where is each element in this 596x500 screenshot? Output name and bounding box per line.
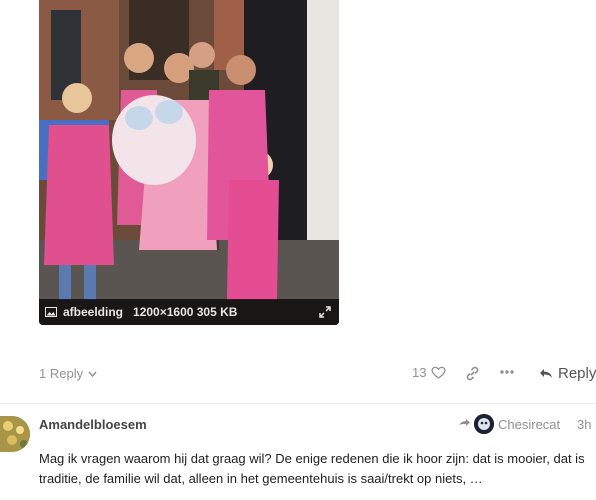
- reply-to-username: Chesirecat: [498, 416, 561, 432]
- group-photo: [39, 0, 339, 325]
- reply-to-arrow-icon: [459, 419, 470, 426]
- image-lightbox[interactable]: afbeelding 1200×1600 305 KB: [39, 0, 339, 325]
- replies-label: 1 Reply: [39, 366, 84, 381]
- post-timestamp[interactable]: 3h: [577, 417, 591, 432]
- image-dimensions: 1200×1600 305 KB: [133, 305, 238, 319]
- reply-icon: [540, 369, 552, 378]
- avatar-image: [0, 416, 30, 452]
- more-options-icon[interactable]: [500, 370, 514, 374]
- image-meta-bar: afbeelding 1200×1600 305 KB: [39, 299, 339, 325]
- post-body-text: Mag ik vragen waarom hij dat graag wil? …: [39, 451, 585, 486]
- image-icon: [45, 307, 57, 317]
- image-filename: afbeelding: [63, 305, 124, 319]
- author-avatar[interactable]: [0, 416, 30, 452]
- reply-to-avatar: [474, 414, 494, 434]
- reply-label: Reply: [558, 365, 596, 382]
- post-controls: 1 Reply 13 Reply: [0, 362, 596, 388]
- reply-button[interactable]: Reply: [539, 365, 596, 382]
- chevron-down-icon: [88, 371, 97, 377]
- like-button[interactable]: 13: [412, 365, 447, 380]
- replies-toggle-button[interactable]: 1 Reply: [39, 366, 97, 381]
- reply-to-link[interactable]: Chesirecat: [458, 414, 560, 434]
- like-count: 13: [412, 365, 427, 380]
- expand-icon[interactable]: [319, 306, 331, 318]
- link-icon[interactable]: [465, 366, 480, 381]
- heart-icon: [431, 366, 447, 379]
- post-divider: [0, 403, 596, 404]
- author-name[interactable]: Amandelbloesem: [39, 417, 147, 432]
